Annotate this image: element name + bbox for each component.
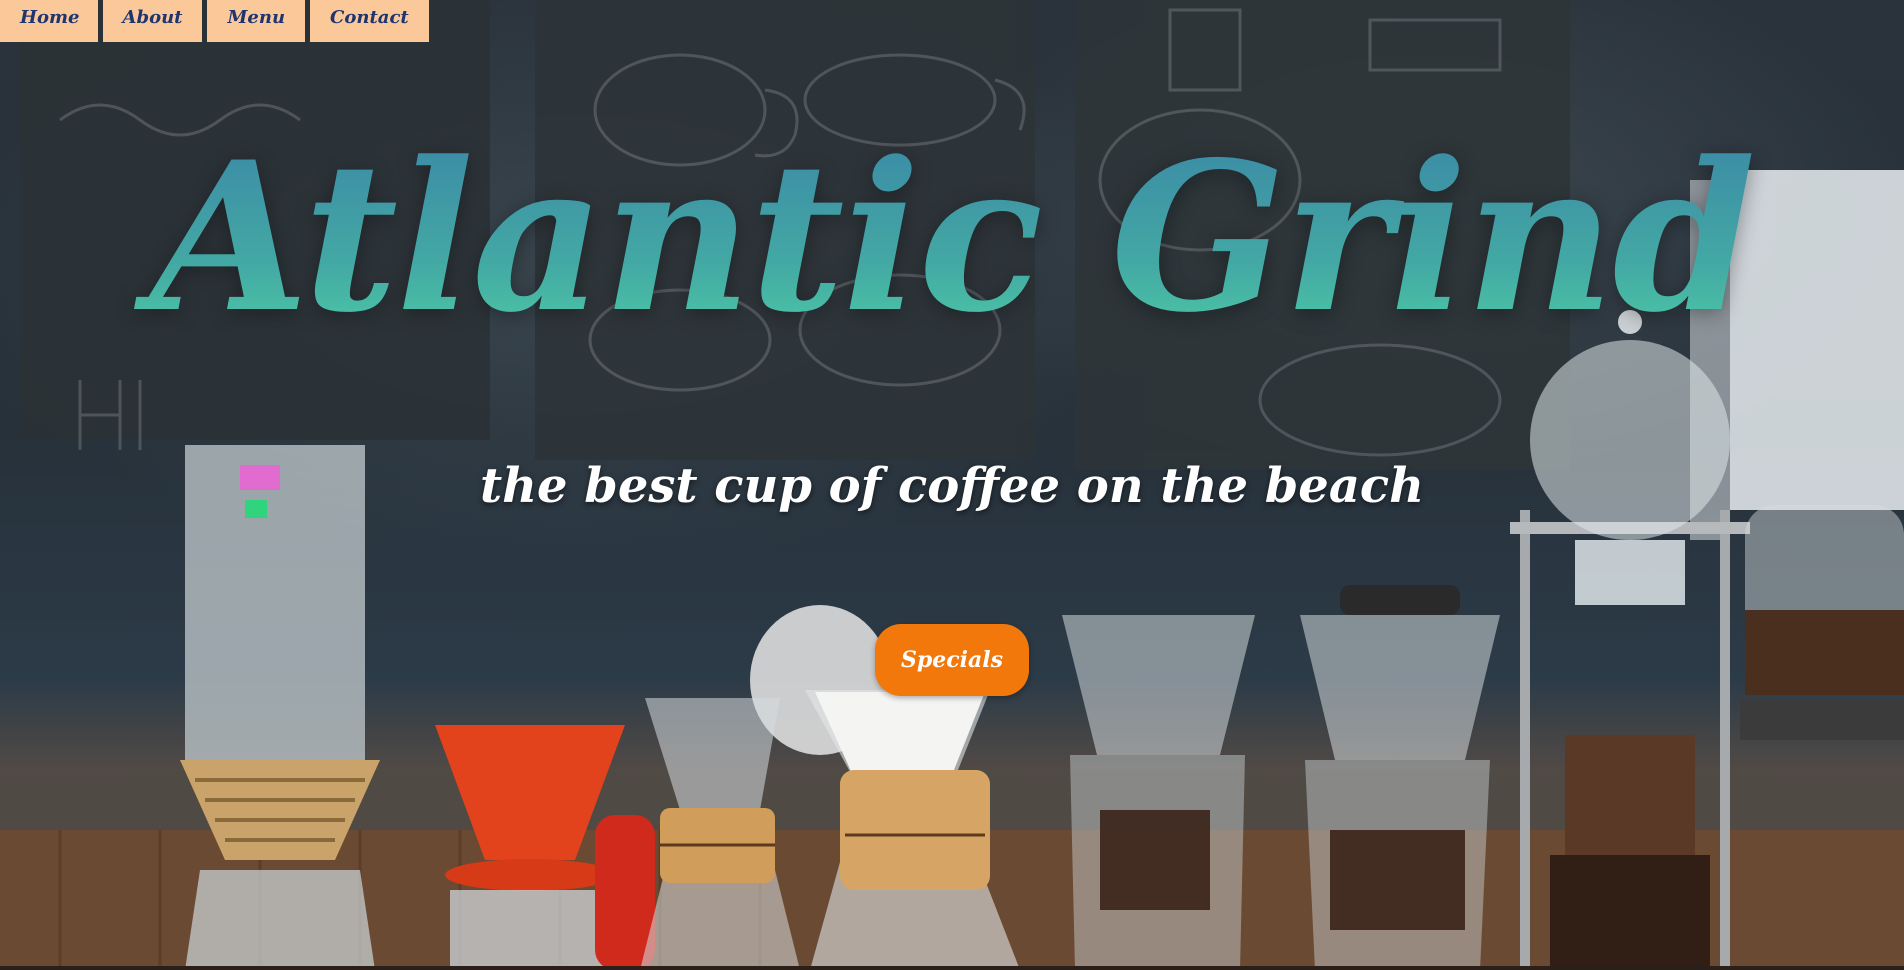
hero-title: Atlantic Grind <box>0 118 1904 358</box>
top-nav: Home About Menu Contact <box>0 0 429 42</box>
glass-jar <box>1740 505 1904 740</box>
nav-contact-link[interactable]: Contact <box>310 0 429 42</box>
nav-home-link[interactable]: Home <box>0 0 98 42</box>
hero-subtitle: the best cup of coffee on the beach <box>479 458 1425 514</box>
specials-button[interactable]: Specials <box>875 624 1029 696</box>
glass-dripper-2 <box>1300 585 1500 970</box>
nav-menu-link[interactable]: Menu <box>207 0 306 42</box>
glass-dripper-1 <box>1062 615 1255 970</box>
nav-about-link[interactable]: About <box>102 0 203 42</box>
bottom-divider <box>0 966 1904 970</box>
